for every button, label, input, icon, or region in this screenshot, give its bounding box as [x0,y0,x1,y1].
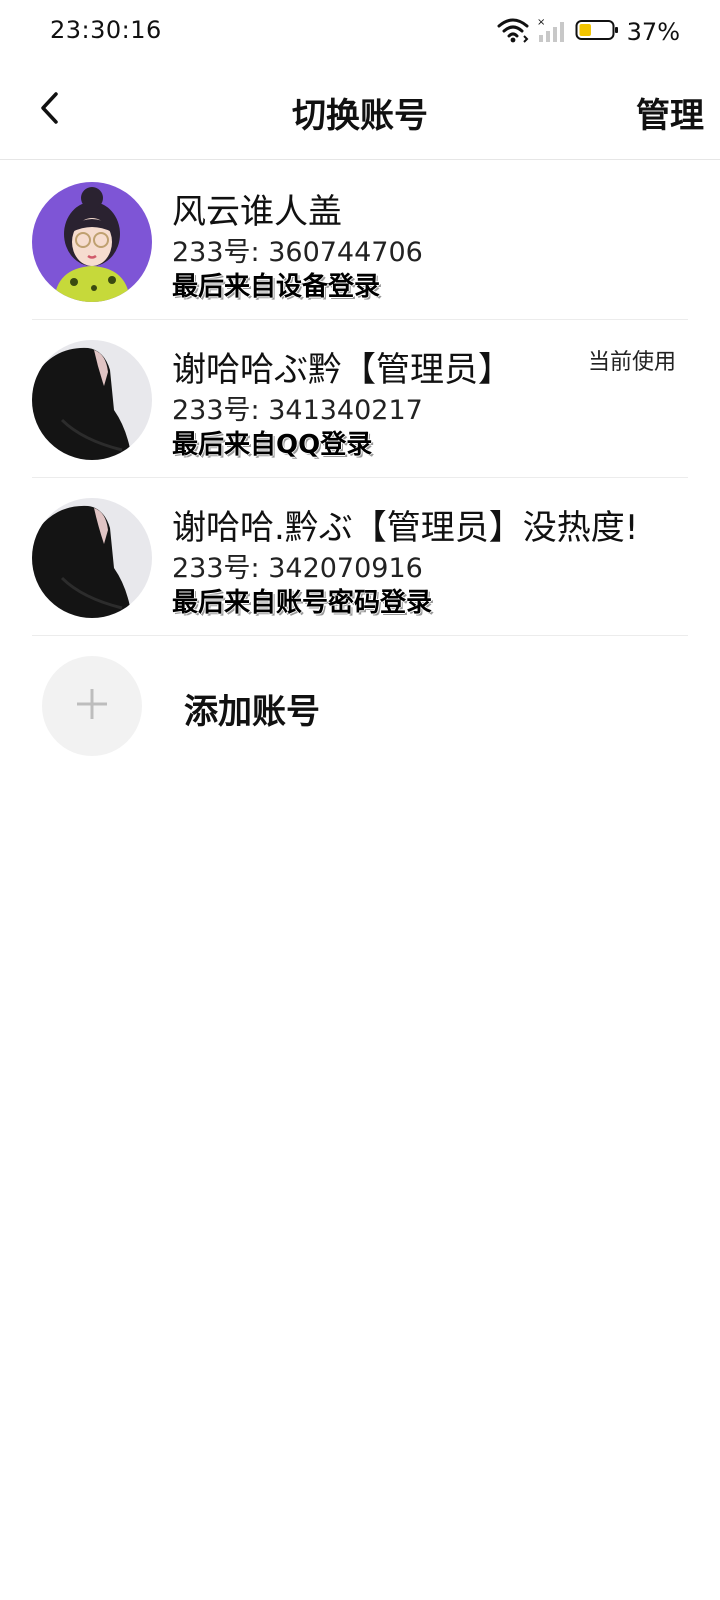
signal-icon: × [537,17,567,47]
battery-percent: 37% [626,18,680,46]
avatar [32,340,152,460]
account-login-info: 最后来自设备登录 [172,272,381,302]
account-row[interactable]: 谢哈哈.黔ぶ【管理员】没热度! 233号: 342070916 最后来自账号密码… [0,478,720,636]
page-title: 切换账号 [292,96,428,136]
account-id: 233号: 341340217 [172,395,423,426]
avatar [32,498,152,618]
account-row[interactable]: 风云谁人盖 233号: 360744706 最后来自设备登录 [0,162,720,320]
account-login-info: 最后来自QQ登录 [172,430,373,460]
battery-icon [575,18,619,46]
account-name: 谢哈哈ぶ黔【管理员】 [172,350,512,390]
add-account-label: 添加账号 [184,692,320,732]
current-account-badge: 当前使用 [587,350,676,375]
manage-button[interactable]: 管理 [636,88,704,137]
account-login-info: 最后来自账号密码登录 [172,588,433,618]
avatar [32,182,152,302]
account-list: 风云谁人盖 233号: 360744706 最后来自设备登录 谢哈哈ぶ黔【管理员… [0,162,720,636]
add-account-button[interactable]: 添加账号 [0,640,720,780]
nav-bar: 切换账号 管理 [0,64,720,160]
account-name: 谢哈哈.黔ぶ【管理员】没热度! [172,508,639,548]
svg-text:×: × [537,17,545,28]
status-icons: × 37% [497,14,680,50]
status-bar: 23:30:16 × 37% [0,0,720,64]
account-name: 风云谁人盖 [172,192,342,232]
account-id: 233号: 360744706 [172,237,423,268]
add-account-circle [42,656,142,756]
plus-icon [75,687,109,725]
account-id: 233号: 342070916 [172,553,423,584]
status-time: 23:30:16 [50,16,162,44]
account-row[interactable]: 谢哈哈ぶ黔【管理员】 233号: 341340217 最后来自QQ登录 当前使用 [0,320,720,478]
wifi-icon [497,17,529,47]
